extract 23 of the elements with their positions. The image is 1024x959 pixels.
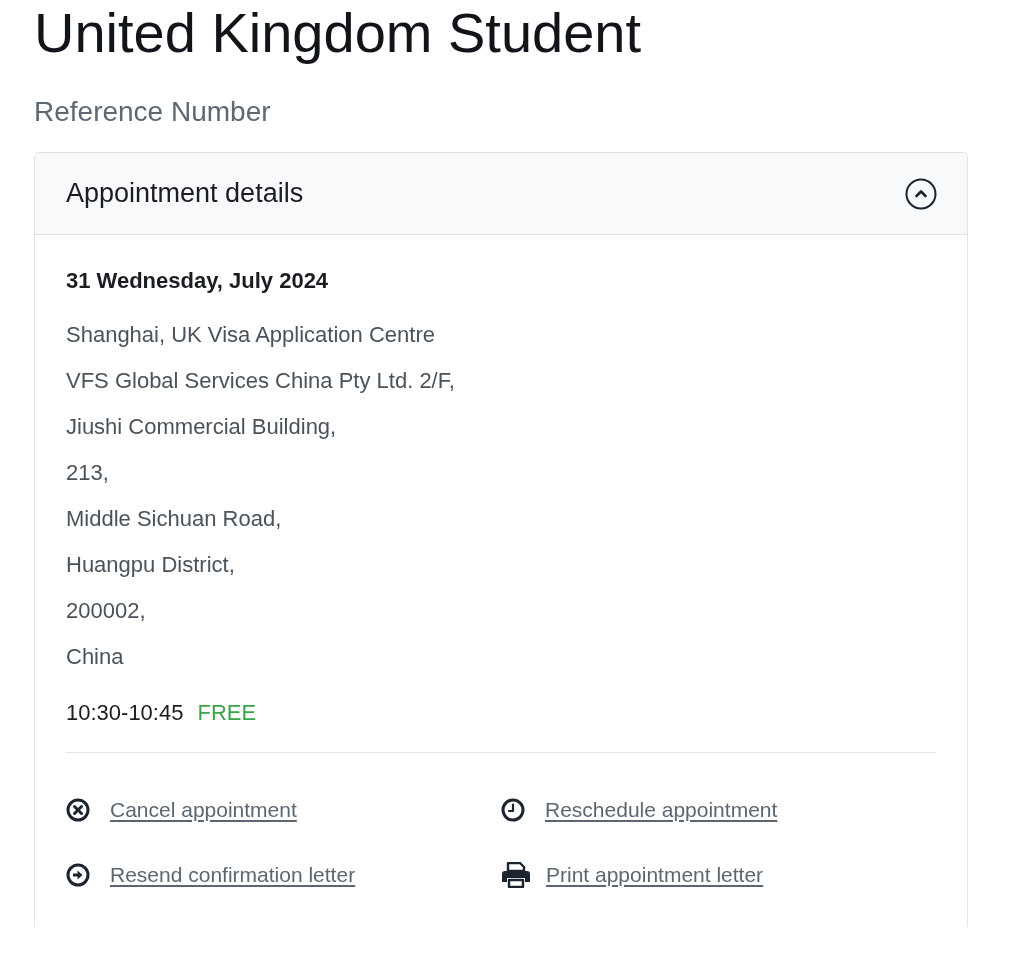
reference-label: Reference Number [34, 95, 271, 129]
address-line: 213, [66, 459, 109, 487]
address-line: Middle Sichuan Road, [66, 505, 282, 533]
chevron-up-circle-icon[interactable] [905, 177, 937, 210]
address-line: 200002, [66, 597, 146, 625]
time-slot: 10:30-10:45 [66, 699, 184, 727]
address-line: Jiushi Commercial Building, [66, 413, 337, 441]
address-line: VFS Global Services China Pty Ltd. 2/F, [66, 367, 455, 395]
address-line: Shanghai, UK Visa Application Centre [66, 321, 435, 349]
action-link[interactable]: Cancel appointment [66, 796, 297, 824]
arrow-circle-icon [66, 863, 90, 887]
close-circle-icon [66, 798, 90, 822]
page-title: United Kingdom Student [34, 0, 642, 66]
card-title: Appointment details [66, 177, 304, 211]
address-line: Huangpu District, [66, 551, 235, 579]
price-label: FREE [197, 699, 257, 727]
action-link[interactable]: Resend confirmation letter [66, 861, 356, 889]
address-line: China [66, 643, 124, 671]
action-link[interactable]: Reschedule appointment [501, 796, 778, 824]
appointment-date: 31 Wednesday, July 2024 [66, 267, 329, 295]
printer-icon [501, 862, 531, 888]
action-link[interactable]: Print appointment letter [501, 861, 764, 889]
clock-icon [501, 798, 525, 822]
